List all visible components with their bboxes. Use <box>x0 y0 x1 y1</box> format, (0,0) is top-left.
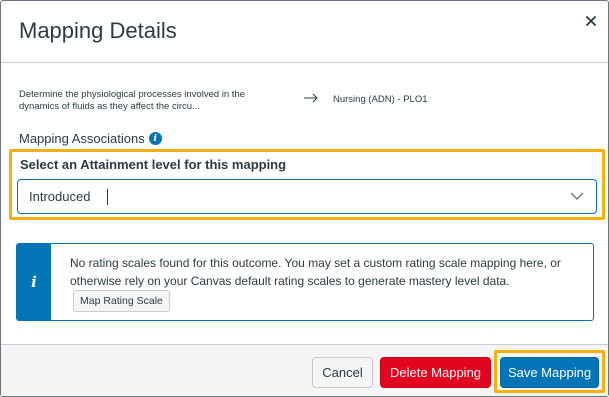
modal-title: Mapping Details <box>19 18 177 43</box>
map-rating-scale-button[interactable]: Map Rating Scale <box>73 290 170 312</box>
close-button[interactable] <box>581 11 601 31</box>
attainment-select[interactable]: Introduced <box>17 179 597 214</box>
delete-mapping-button[interactable]: Delete Mapping <box>380 357 491 388</box>
attainment-focus-highlight: Select an Attainment level for this mapp… <box>9 149 605 220</box>
info-icon: i <box>31 273 37 291</box>
save-mapping-button[interactable]: Save Mapping <box>500 357 599 388</box>
text-cursor <box>107 189 108 205</box>
mapping-associations-label: Mapping Associations <box>19 131 145 146</box>
outcome-mapping-row: Determine the physiological processes in… <box>19 89 589 117</box>
attainment-select-value: Introduced <box>29 189 91 204</box>
modal-header: Mapping Details <box>1 1 608 63</box>
attainment-label: Select an Attainment level for this mapp… <box>20 157 287 172</box>
mapping-associations-heading: Mapping Associations i <box>19 131 162 146</box>
info-icon[interactable]: i <box>148 132 162 145</box>
alert-message: No rating scales found for this outcome.… <box>70 254 575 312</box>
modal-footer: Cancel Delete Mapping Save Mapping <box>1 344 608 396</box>
arrow-right-icon <box>304 93 318 103</box>
alert-stripe: i <box>17 244 51 320</box>
close-icon <box>586 16 596 26</box>
cancel-button[interactable]: Cancel <box>312 357 373 388</box>
mapping-details-modal: Mapping Details Determine the physiologi… <box>0 0 609 397</box>
rating-scale-alert: i No rating scales found for this outcom… <box>16 243 594 321</box>
source-outcome-text: Determine the physiological processes in… <box>19 89 246 112</box>
save-focus-highlight: Save Mapping <box>494 350 605 393</box>
target-outcome-text: Nursing (ADN) - PLO1 <box>333 94 428 105</box>
chevron-down-icon <box>570 192 584 200</box>
